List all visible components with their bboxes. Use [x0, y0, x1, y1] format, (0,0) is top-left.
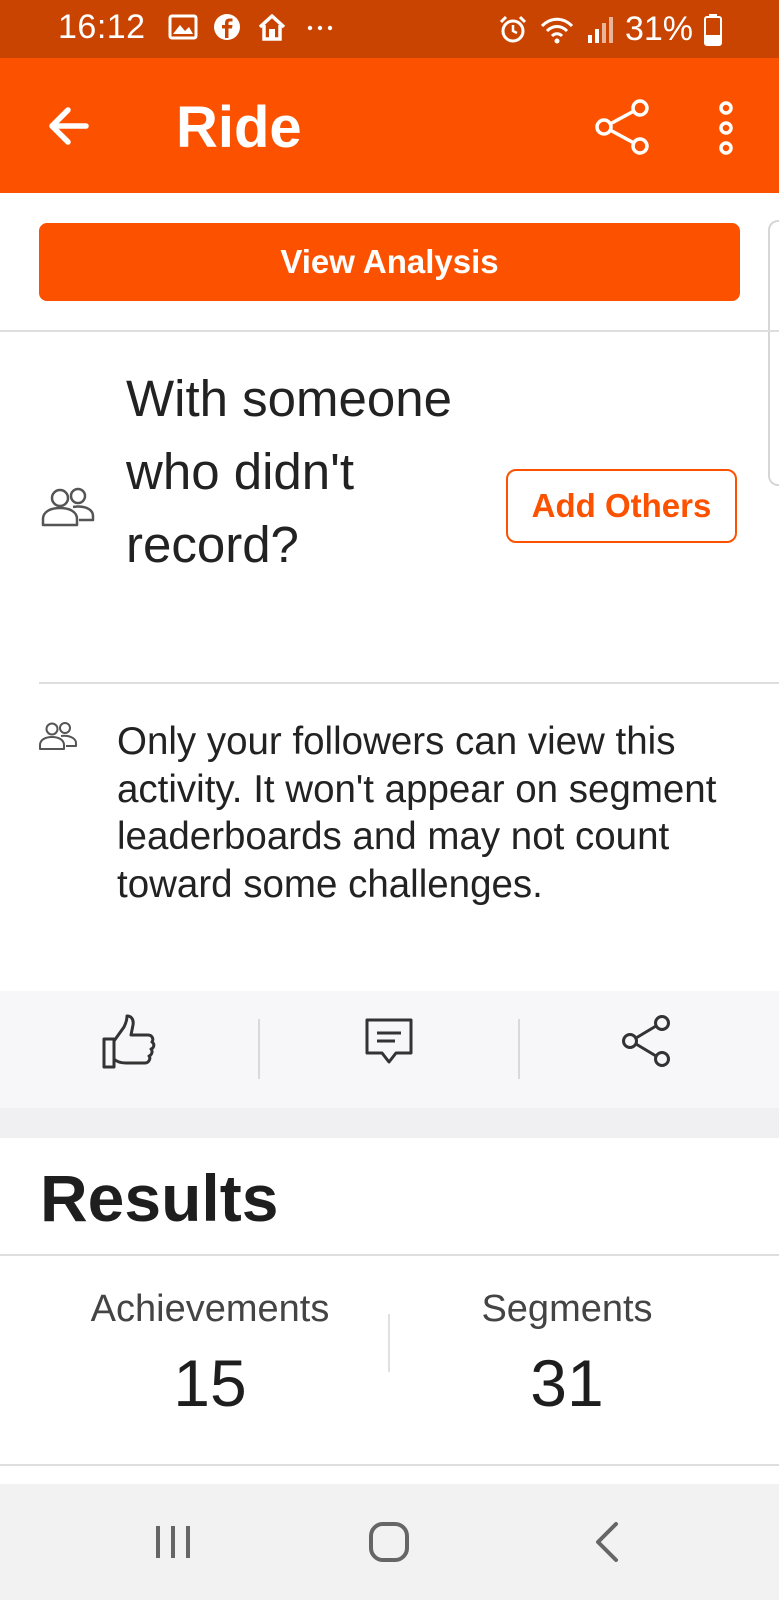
home-icon — [369, 1522, 409, 1562]
share-icon — [595, 99, 649, 155]
facebook-icon — [214, 14, 240, 40]
people-icon — [38, 720, 78, 752]
status-left-icons — [168, 12, 338, 42]
status-right-icons: 31% — [497, 10, 723, 49]
stat-value: 31 — [530, 1346, 604, 1420]
recents-icon — [156, 1526, 190, 1558]
stat-label: Achievements — [90, 1288, 330, 1330]
app-bar: Ride — [0, 58, 779, 193]
privacy-notice: Only your followers can view this activi… — [117, 720, 717, 906]
signal-icon — [587, 16, 613, 43]
kudos-button[interactable] — [100, 1013, 158, 1071]
segments-stat[interactable]: Segments 31 — [387, 1288, 747, 1421]
divider — [0, 1254, 779, 1256]
results-heading: Results — [40, 1161, 279, 1235]
more-vertical-icon — [719, 101, 733, 155]
stat-value: 15 — [173, 1346, 247, 1420]
image-icon — [168, 14, 198, 40]
scroll-indicator — [768, 220, 779, 486]
status-bar: 16:12 31% — [0, 0, 779, 58]
home-icon — [258, 14, 286, 41]
share-button[interactable] — [592, 96, 654, 158]
battery-icon — [704, 13, 722, 46]
system-nav-bar — [0, 1484, 779, 1600]
social-divider — [258, 1019, 260, 1079]
share-icon — [622, 1015, 670, 1067]
section-gap — [0, 1108, 779, 1138]
social-actions-bar — [0, 991, 779, 1108]
alarm-icon — [499, 15, 526, 42]
page-title: Ride — [176, 95, 302, 160]
achievements-stat[interactable]: Achievements 15 — [30, 1288, 390, 1421]
back-button[interactable] — [40, 98, 96, 154]
arrow-left-icon — [49, 107, 89, 145]
more-notifications-icon — [307, 25, 333, 31]
comment-button[interactable] — [362, 1015, 416, 1069]
with-someone-prompt: With someone who didn't record? — [126, 370, 452, 573]
status-time: 16:12 — [58, 8, 146, 46]
back-icon — [596, 1522, 618, 1562]
stat-label: Segments — [481, 1288, 653, 1330]
social-divider — [518, 1019, 520, 1079]
thumbs-up-icon — [102, 1014, 156, 1069]
home-button[interactable] — [367, 1520, 411, 1564]
people-icon — [40, 485, 96, 529]
divider — [39, 682, 779, 684]
view-analysis-button[interactable]: View Analysis — [39, 223, 740, 301]
add-others-button[interactable]: Add Others — [506, 469, 737, 543]
share-activity-button[interactable] — [620, 1013, 674, 1069]
divider — [0, 1464, 779, 1466]
more-options-button[interactable] — [708, 98, 744, 158]
divider — [0, 330, 779, 332]
system-back-button[interactable] — [592, 1520, 622, 1564]
comment-icon — [365, 1018, 413, 1064]
recents-button[interactable] — [152, 1522, 194, 1562]
wifi-icon — [540, 17, 573, 43]
battery-percent: 31% — [624, 10, 693, 48]
